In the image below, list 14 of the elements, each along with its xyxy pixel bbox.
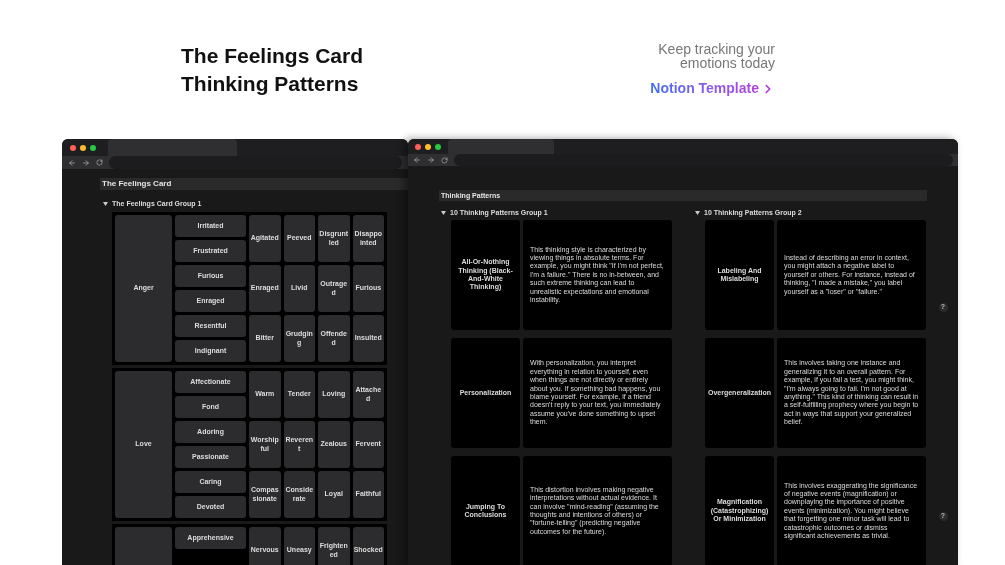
toggle-icon[interactable]: [103, 202, 108, 206]
tagline: Keep tracking your: [658, 42, 775, 56]
headline-title: The Feelings Card: [181, 43, 364, 69]
back-icon[interactable]: [68, 158, 76, 167]
reload-icon[interactable]: [96, 159, 103, 166]
page-title: The Feelings Card: [100, 178, 408, 190]
forward-icon[interactable]: [82, 158, 90, 167]
toggle-icon[interactable]: [441, 211, 446, 215]
reload-icon[interactable]: [441, 156, 448, 164]
tagline: emotions today: [680, 56, 775, 70]
headline-title: Thinking Patterns: [181, 71, 360, 97]
back-icon[interactable]: [413, 156, 421, 164]
toggle-icon[interactable]: [695, 211, 700, 215]
forward-icon[interactable]: [427, 156, 435, 164]
